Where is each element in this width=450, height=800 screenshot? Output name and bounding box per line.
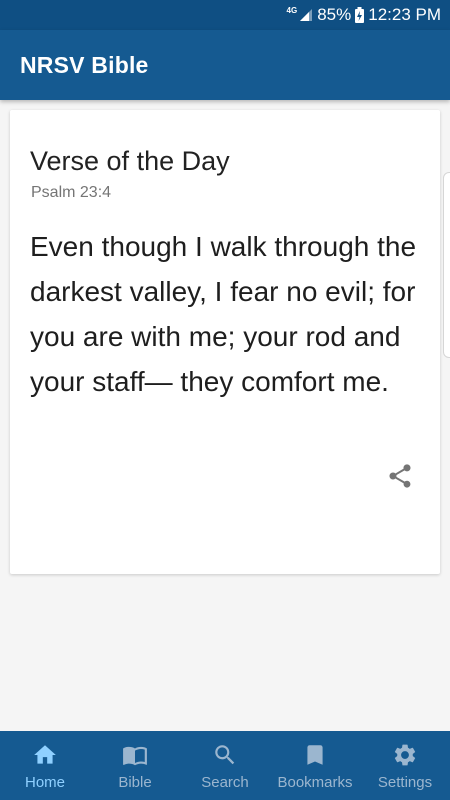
next-card-peek[interactable] <box>443 172 450 358</box>
nav-item-bookmarks[interactable]: Bookmarks <box>270 731 360 800</box>
book-icon <box>123 746 147 766</box>
verse-reference: Psalm 23:4 <box>31 184 112 201</box>
bookmark-icon <box>307 745 323 765</box>
battery-charging-icon <box>355 7 365 23</box>
nav-label-settings: Settings <box>377 774 433 791</box>
verse-text: Even though I walk through the darkest v… <box>30 231 417 397</box>
app-bar: NRSV Bible <box>0 30 450 100</box>
card-title: Verse of the Day <box>30 146 230 176</box>
status-bar: 4G 85% 12:23 PM <box>0 0 450 30</box>
home-icon <box>34 745 56 764</box>
share-icon <box>389 464 411 488</box>
battery-percent: 85% <box>317 5 352 24</box>
bottom-navigation: Home Bible Search Bookmarks Settings <box>0 731 450 800</box>
nav-item-home[interactable]: Home <box>0 731 90 800</box>
gear-icon <box>394 744 416 766</box>
signal-icon <box>300 9 313 21</box>
nav-label-bookmarks: Bookmarks <box>277 774 353 791</box>
nav-item-settings[interactable]: Settings <box>360 731 450 800</box>
nav-label-home: Home <box>24 774 65 791</box>
clock: 12:23 PM <box>368 5 441 24</box>
search-icon <box>215 745 235 765</box>
nav-label-search: Search <box>201 774 249 791</box>
verse-of-the-day-card: Verse of the Day Psalm 23:4 Even though … <box>10 110 440 574</box>
nav-label-bible: Bible <box>118 774 152 791</box>
share-button[interactable] <box>386 462 414 490</box>
status-indicators: 4G 85% 12:23 PM <box>287 0 441 30</box>
nav-item-bible[interactable]: Bible <box>90 731 180 800</box>
nav-item-search[interactable]: Search <box>180 731 270 800</box>
network-type: 4G <box>286 5 298 15</box>
app-title: NRSV Bible <box>20 52 149 78</box>
